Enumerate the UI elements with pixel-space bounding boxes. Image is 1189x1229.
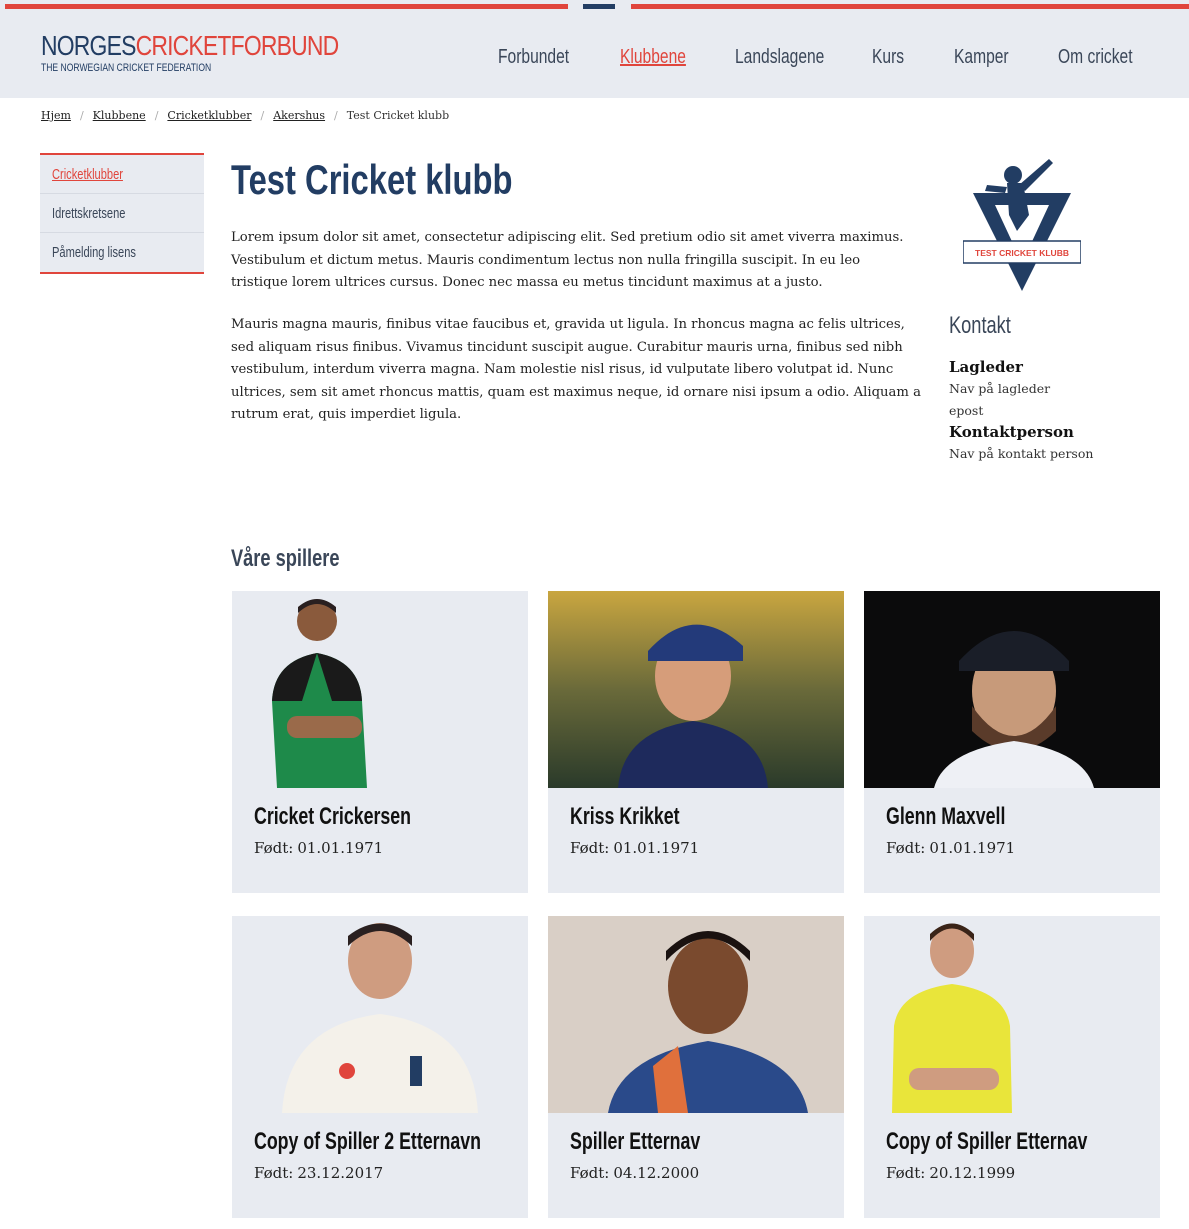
player-birthdate: Født: 04.12.2000 <box>570 1164 699 1182</box>
nav-kamper[interactable]: Kamper <box>954 46 1009 69</box>
player-birthdate: Født: 23.12.2017 <box>254 1164 383 1182</box>
born-label: Født: <box>886 839 926 857</box>
born-value: 23.12.2017 <box>297 1164 384 1182</box>
player-name: Glenn Maxvell <box>886 803 1006 830</box>
born-value: 01.01.1971 <box>929 839 1016 857</box>
sidebar-item-label: Idrettskretsene <box>52 205 126 222</box>
sidebar-item-cricketklubber[interactable]: Cricketklubber <box>40 155 204 194</box>
player-birthdate: Født: 01.01.1971 <box>570 839 699 857</box>
player-birthdate: Født: 01.01.1971 <box>886 839 1015 857</box>
logo-wordmark: NORGESCRICKETFORBUND <box>41 30 340 61</box>
club-logo: TEST CRICKET KLUBB <box>963 159 1081 291</box>
nav-forbundet[interactable]: Forbundet <box>498 46 569 69</box>
contact-lagleder-name: Nav på lagleder <box>949 381 1051 396</box>
intro-paragraph-1: Lorem ipsum dolor sit amet, consectetur … <box>231 230 904 290</box>
nav-om-cricket[interactable]: Om cricket <box>1058 46 1133 69</box>
contact-lagleder-epost: epost <box>949 403 984 418</box>
player-photo <box>864 916 1160 1113</box>
intro-paragraph-2: Mauris magna mauris, finibus vitae fauci… <box>231 317 921 422</box>
sidebar-item-idrettskretsene[interactable]: Idrettskretsene <box>40 194 204 233</box>
born-label: Født: <box>886 1164 926 1182</box>
player-name: Copy of Spiller Etternav <box>886 1128 1088 1155</box>
player-name: Copy of Spiller 2 Etternavn <box>254 1128 481 1155</box>
born-label: Født: <box>570 839 610 857</box>
player-photo <box>232 916 528 1113</box>
accent-stripe-center <box>583 4 615 9</box>
breadcrumb-separator: / <box>79 109 84 122</box>
breadcrumb-separator: / <box>154 109 159 122</box>
player-name: Spiller Etternav <box>570 1128 701 1155</box>
contact-block: Lagleder Nav på lagleder epost Kontaktpe… <box>949 357 1169 465</box>
player-photo <box>548 591 844 788</box>
player-card[interactable]: Copy of Spiller 2 Etternavn Født: 23.12.2… <box>232 916 528 1218</box>
player-birthdate: Født: 20.12.1999 <box>886 1164 1015 1182</box>
player-birthdate: Født: 01.01.1971 <box>254 839 383 857</box>
sidebar-item-pamelding-lisens[interactable]: Påmelding lisens <box>40 233 204 272</box>
accent-stripe-left <box>5 4 568 9</box>
logo-norges: NORGES <box>41 30 136 61</box>
page-title: Test Cricket klubb <box>231 156 513 203</box>
sidebar-item-label: Påmelding lisens <box>52 244 136 261</box>
club-logo-text: TEST CRICKET KLUBB <box>975 248 1069 258</box>
player-card[interactable]: Copy of Spiller Etternav Født: 20.12.1999 <box>864 916 1160 1218</box>
players-title: Våre spillere <box>231 545 340 572</box>
logo-cricketforbund: CRICKETFORBUND <box>135 30 340 61</box>
contact-kontaktperson-role: Kontaktperson <box>949 423 1074 441</box>
sidebar-item-label: Cricketklubber <box>52 166 123 183</box>
player-card[interactable]: Kriss Krikket Født: 01.01.1971 <box>548 591 844 893</box>
top-accent-bar <box>0 0 1189 10</box>
logo-subtitle: THE NORWEGIAN CRICKET FEDERATION <box>41 62 212 74</box>
breadcrumb-current: Test Cricket klubb <box>346 109 450 122</box>
born-label: Født: <box>570 1164 610 1182</box>
born-value: 01.01.1971 <box>613 839 700 857</box>
breadcrumb-separator: / <box>260 109 265 122</box>
nav-klubbene[interactable]: Klubbene <box>620 46 686 69</box>
born-value: 20.12.1999 <box>929 1164 1016 1182</box>
born-label: Født: <box>254 1164 294 1182</box>
nav-landslagene[interactable]: Landslagene <box>735 46 824 69</box>
sidebar-nav: Cricketklubber Idrettskretsene Påmelding… <box>40 153 204 274</box>
breadcrumb-cricketklubber[interactable]: Cricketklubber <box>167 109 251 122</box>
contact-kontaktperson-name: Nav på kontakt person <box>949 446 1094 461</box>
player-photo <box>864 591 1160 788</box>
breadcrumb: Hjem / Klubbene / Cricketklubber / Akershus / Te… <box>41 109 449 122</box>
player-photo <box>548 916 844 1113</box>
breadcrumb-akershus[interactable]: Akershus <box>273 109 325 122</box>
born-value: 04.12.2000 <box>613 1164 700 1182</box>
born-value: 01.01.1971 <box>297 839 384 857</box>
nav-kurs[interactable]: Kurs <box>872 46 904 69</box>
player-photo <box>232 591 528 788</box>
breadcrumb-klubbene[interactable]: Klubbene <box>93 109 146 122</box>
player-name: Cricket Crickersen <box>254 803 411 830</box>
breadcrumb-separator: / <box>334 109 338 122</box>
site-header: NORGESCRICKETFORBUND THE NORWEGIAN CRICK… <box>0 10 1189 98</box>
breadcrumb-hjem[interactable]: Hjem <box>41 109 71 122</box>
player-card[interactable]: Cricket Crickersen Født: 01.01.1971 <box>232 591 528 893</box>
player-card[interactable]: Spiller Etternav Født: 04.12.2000 <box>548 916 844 1218</box>
born-label: Født: <box>254 839 294 857</box>
site-logo[interactable]: NORGESCRICKETFORBUND THE NORWEGIAN CRICK… <box>41 30 404 75</box>
accent-stripe-right <box>631 4 1189 9</box>
player-card[interactable]: Glenn Maxvell Født: 01.01.1971 <box>864 591 1160 893</box>
contact-lagleder-role: Lagleder <box>949 358 1023 376</box>
player-name: Kriss Krikket <box>570 803 680 830</box>
contact-title: Kontakt <box>949 312 1011 339</box>
